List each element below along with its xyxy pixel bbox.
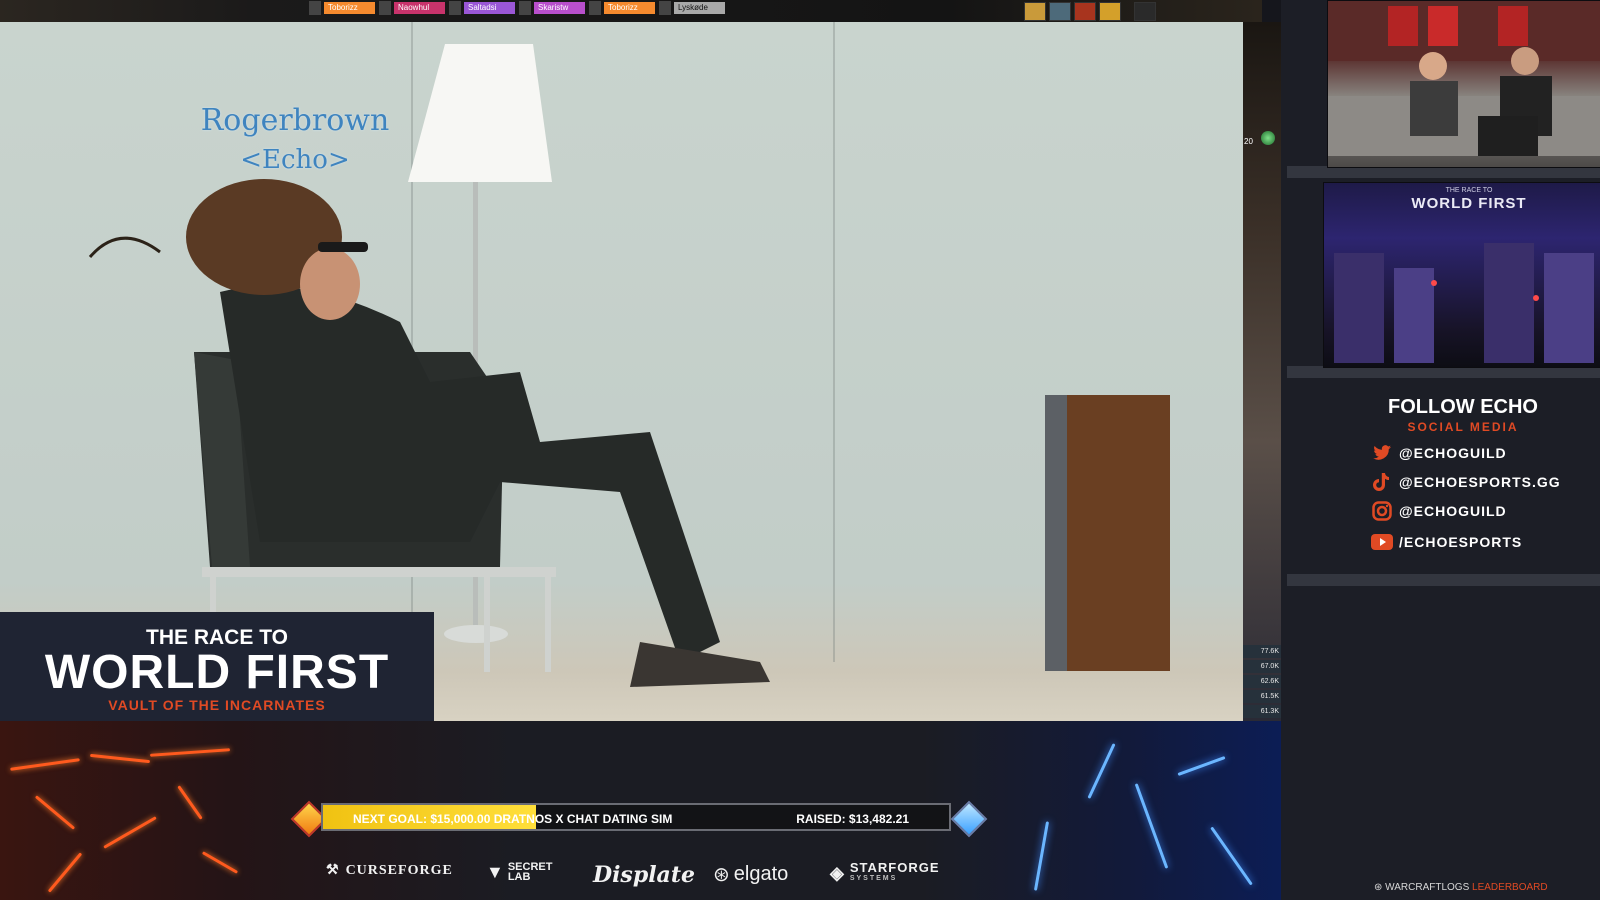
status-indicator-icon (1261, 131, 1275, 145)
buff-icon[interactable] (1099, 2, 1121, 21)
buff-icon[interactable] (1134, 2, 1156, 21)
social-link-instagram[interactable]: @ECHOGUILD (1371, 500, 1507, 522)
buff-icon[interactable] (1024, 2, 1046, 21)
class-icon (519, 1, 531, 15)
party-member-name: Toborizz (604, 2, 655, 14)
buff-icon[interactable] (1049, 2, 1071, 21)
nameplate-name: Rogerbrown (200, 103, 390, 138)
raid-frame-bar: Toborizz Naowhul Saltadsi Skaristw Tobor… (0, 0, 1262, 22)
game-edge-strip (1243, 22, 1281, 721)
lamp-shade (408, 44, 552, 182)
room-illustration (1334, 243, 1594, 363)
class-icon (449, 1, 461, 15)
starforge-icon: ◈ (830, 862, 845, 883)
damage-meter-row: 77.6K (1243, 645, 1281, 658)
chair-frame (202, 567, 556, 577)
footer-prefix: WARCRAFTLOGS (1385, 882, 1470, 893)
party-frame[interactable]: Saltadsi (449, 1, 515, 15)
social-handle: /ECHOESPORTS (1399, 534, 1523, 550)
social-handle: @ECHOGUILD (1399, 503, 1507, 519)
party-frame[interactable]: Lyskøde (659, 1, 725, 15)
instagram-icon (1371, 501, 1393, 521)
class-icon (309, 1, 321, 15)
face (300, 248, 360, 320)
webcam-illustration (1328, 1, 1600, 156)
social-handle: @ECHOESPORTS.GG (1399, 474, 1561, 490)
donation-goal-text: NEXT GOAL: $15,000.00 DRATNOS X CHAT DAT… (353, 812, 673, 826)
twitter-icon (1371, 443, 1393, 463)
panel-divider (1287, 574, 1600, 586)
party-member-name: Skaristw (534, 2, 585, 14)
party-frame[interactable]: Naowhul (379, 1, 445, 15)
party-member-name: Toborizz (324, 2, 375, 14)
status-tag: 20 (1244, 137, 1253, 146)
nameplate-guild: <Echo> (240, 145, 350, 175)
lamp-base (444, 625, 508, 643)
class-icon (589, 1, 601, 15)
webcam-team-room[interactable]: THE RACE TO WORLD FIRST (1323, 182, 1600, 368)
logo-line-raid: VAULT OF THE INCARNATES (108, 697, 326, 713)
warcraftlogs-leaderboard-link[interactable]: ⊛ WARCRAFTLOGS LEADERBOARD (1374, 882, 1548, 893)
class-icon (659, 1, 671, 15)
race-to-world-first-logo: THE RACE TO WORLD FIRST VAULT OF THE INC… (0, 612, 434, 721)
tiktok-icon (1371, 472, 1393, 492)
follow-subtitle: SOCIAL MEDIA (1407, 420, 1519, 434)
social-link-youtube[interactable]: /ECHOESPORTS (1371, 531, 1522, 553)
donation-raised-amount: RAISED: $13,482.21 (796, 812, 909, 826)
sponsor-secretlab[interactable]: ▼ SECRET LAB (486, 862, 556, 883)
sponsor-starforge[interactable]: ◈ STARFORGE SYSTEMS (830, 861, 940, 884)
webcam-casters[interactable] (1327, 0, 1600, 168)
damage-meter-row: 67.0K (1243, 660, 1281, 673)
sunglasses (318, 242, 368, 252)
party-frame[interactable]: Toborizz (309, 1, 375, 15)
social-link-twitter[interactable]: @ECHOGUILD (1371, 442, 1507, 464)
buff-bar (1024, 2, 1156, 21)
party-member-name: Naowhul (394, 2, 445, 14)
social-link-tiktok[interactable]: @ECHOESPORTS.GG (1371, 471, 1561, 493)
damage-meter-row: 61.3K (1243, 705, 1281, 718)
buff-icon[interactable] (1074, 2, 1096, 21)
sponsor-elgato[interactable]: ⊛ elgato (713, 862, 788, 887)
person (220, 286, 720, 662)
damage-meter-row: 61.5K (1243, 690, 1281, 703)
sponsor-curseforge[interactable]: ⚒ CURSEFORGE (326, 862, 453, 879)
party-frame[interactable]: Skaristw (519, 1, 585, 15)
social-handle: @ECHOGUILD (1399, 445, 1507, 461)
curseforge-icon: ⚒ (326, 863, 340, 878)
elgato-icon: ⊛ (713, 864, 730, 886)
class-icon (379, 1, 391, 15)
footer-suffix: LEADERBOARD (1472, 882, 1548, 893)
warcraftlogs-icon: ⊛ (1374, 882, 1383, 893)
damage-meter-row: 62.6K (1243, 675, 1281, 688)
party-member-name: Saltadsi (464, 2, 515, 14)
logo-line-main: WORLD FIRST (44, 646, 390, 699)
follow-title: FOLLOW ECHO (1388, 396, 1538, 418)
party-frame[interactable]: Toborizz (589, 1, 655, 15)
party-member-name: Lyskøde (674, 2, 725, 14)
donation-goal-bar[interactable]: NEXT GOAL: $15,000.00 DRATNOS X CHAT DAT… (321, 803, 951, 831)
sponsor-displate[interactable]: Displate (593, 862, 695, 888)
youtube-icon (1371, 532, 1393, 552)
secretlab-icon: ▼ (486, 862, 504, 882)
